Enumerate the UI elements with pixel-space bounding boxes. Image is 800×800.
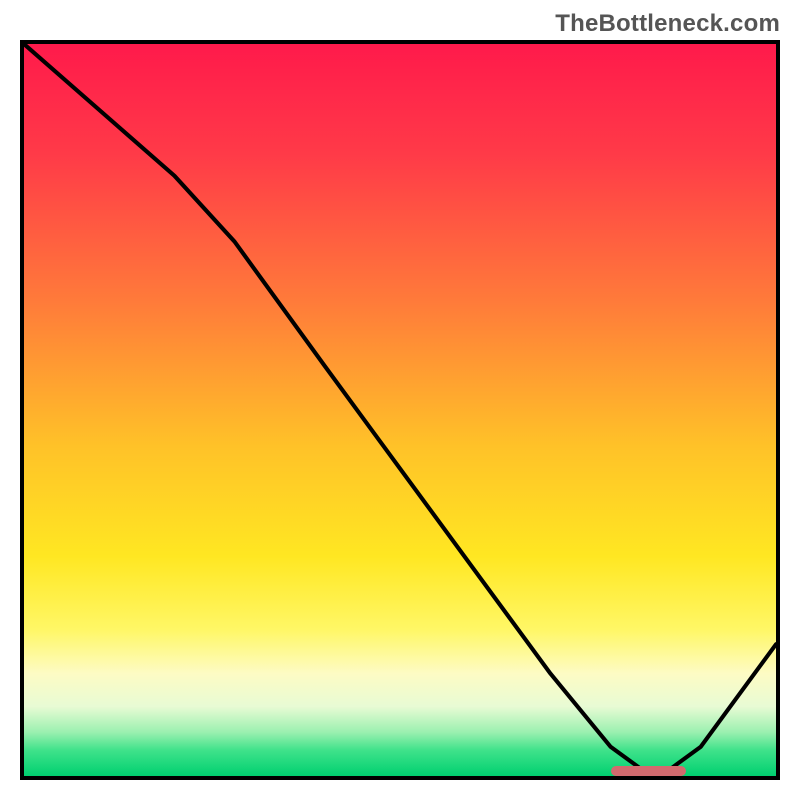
optimal-range-marker	[611, 766, 686, 776]
bottleneck-curve	[24, 44, 776, 776]
watermark-text: TheBottleneck.com	[555, 10, 780, 38]
chart-frame: TheBottleneck.com	[0, 0, 800, 800]
plot-area	[20, 40, 780, 780]
